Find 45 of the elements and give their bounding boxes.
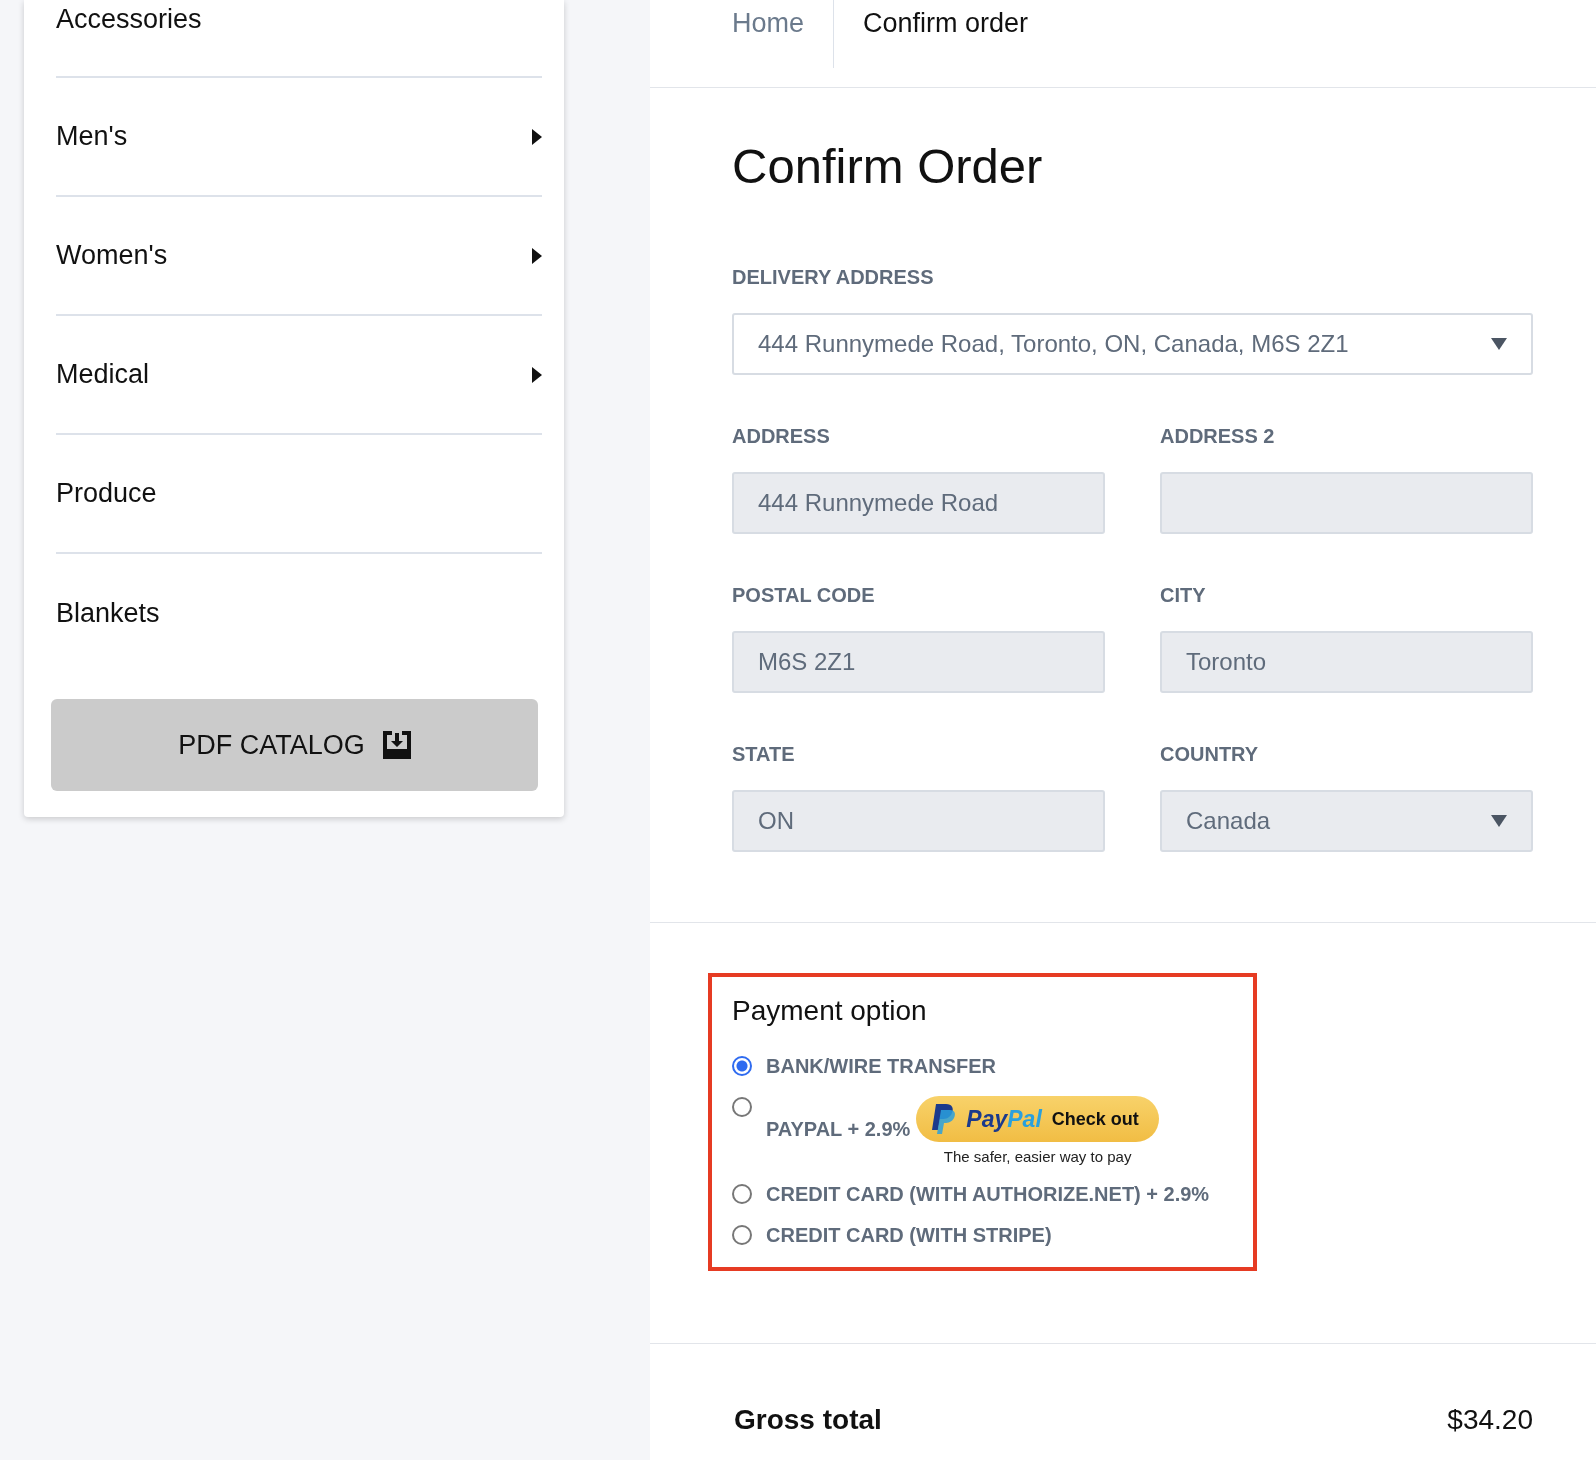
category-link[interactable]: Accessories xyxy=(56,4,202,35)
pdf-catalog-button[interactable]: PDF CATALOG xyxy=(51,699,538,791)
radio-button[interactable] xyxy=(732,1225,752,1245)
paypal-checkout-button[interactable]: PayPal Check out xyxy=(916,1096,1159,1142)
payment-option-label[interactable]: BANK/WIRE TRANSFER xyxy=(766,1055,996,1078)
input-field[interactable]: M6S 2Z1 xyxy=(732,631,1105,693)
category-link[interactable]: Men's xyxy=(56,121,128,152)
breadcrumb-link[interactable]: Confirm order xyxy=(834,0,1058,68)
breadcrumb-link[interactable]: Home xyxy=(732,0,835,68)
payment-option-label[interactable]: CREDIT CARD (WITH STRIPE) xyxy=(766,1224,1052,1247)
submenu-arrow-icon xyxy=(532,247,542,264)
input-field[interactable]: 444 Runnymede Road xyxy=(732,472,1105,534)
radio-button[interactable] xyxy=(732,1097,752,1117)
total-value: $34.20 xyxy=(1447,1404,1533,1436)
dropdown-caret-icon xyxy=(1491,815,1507,827)
category-link[interactable]: Blankets xyxy=(56,598,160,629)
country-select[interactable]: Canada xyxy=(1160,790,1533,852)
radio-button[interactable] xyxy=(732,1056,752,1076)
field-label: POSTAL CODE xyxy=(732,584,876,607)
payment-option-label[interactable]: PAYPAL + 2.9% xyxy=(766,1118,911,1141)
category-link[interactable]: Produce xyxy=(56,478,157,509)
total-label: Gross total xyxy=(734,1404,882,1436)
page-title: Confirm Order xyxy=(732,138,1044,194)
submenu-arrow-icon xyxy=(532,366,542,383)
field-label: COUNTRY xyxy=(1160,743,1260,766)
field-label: ADDRESS 2 xyxy=(1160,425,1276,448)
paypal-wordmark: PayPal xyxy=(966,1105,1042,1133)
section-title: Payment option xyxy=(732,995,928,1027)
field-label: ADDRESS xyxy=(732,425,831,448)
paypal-logo-icon xyxy=(932,1104,957,1134)
paypal-tagline: The safer, easier way to pay xyxy=(943,1148,1132,1165)
input-field[interactable] xyxy=(1160,472,1533,534)
field-label: STATE xyxy=(732,743,796,766)
submenu-arrow-icon xyxy=(532,128,542,145)
delivery-address-select[interactable]: 444 Runnymede Road, Toronto, ON, Canada, M6S 2Z1 xyxy=(732,313,1533,375)
category-link[interactable]: Medical xyxy=(56,359,150,390)
field-label: DELIVERY ADDRESS xyxy=(732,266,935,289)
field-label: CITY xyxy=(1160,584,1207,607)
input-field[interactable]: ON xyxy=(732,790,1105,852)
download-icon xyxy=(382,731,411,759)
radio-button[interactable] xyxy=(732,1184,752,1204)
category-link[interactable]: Women's xyxy=(56,240,168,271)
payment-option-label[interactable]: CREDIT CARD (WITH AUTHORIZE.NET) + 2.9% xyxy=(766,1183,1210,1206)
input-field[interactable]: Toronto xyxy=(1160,631,1533,693)
dropdown-caret-icon xyxy=(1491,338,1507,350)
